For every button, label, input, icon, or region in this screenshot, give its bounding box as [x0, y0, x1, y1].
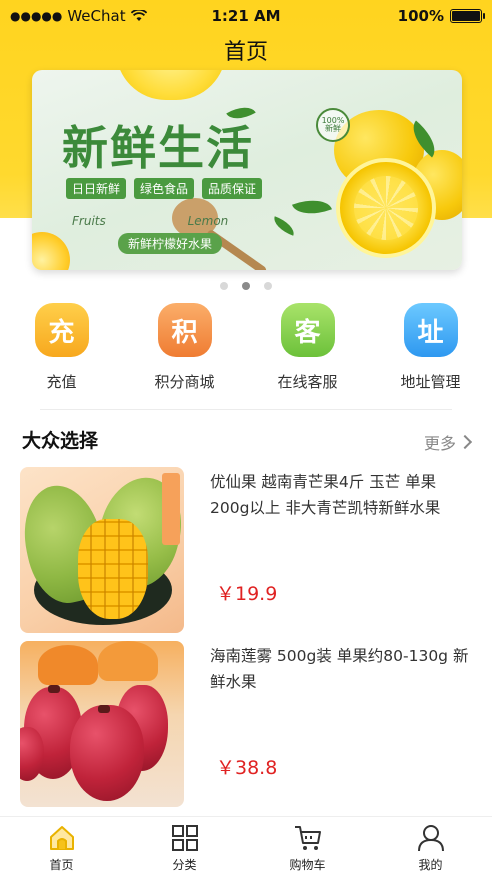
tab-label: 我的	[418, 858, 443, 872]
quick-menu: 充 充值 积 积分商城 客 在线客服 址 地址管理	[0, 303, 492, 392]
carrier-label: WeChat	[67, 7, 126, 25]
product-price: ￥19.9	[216, 583, 278, 605]
tab-cart[interactable]: 购物车	[246, 817, 369, 878]
address-icon: 址	[403, 303, 458, 357]
wax-apple-stem	[98, 705, 110, 713]
tab-label: 分类	[172, 858, 197, 872]
user-icon	[417, 825, 444, 852]
grid-icon	[171, 825, 198, 851]
tab-bar: 首页 分类 购物车 我的	[0, 816, 492, 878]
tab-home[interactable]: 首页	[0, 817, 123, 878]
product-image-mango[interactable]	[20, 467, 184, 633]
banner-fruits-line: Fruits Lemon	[72, 214, 228, 228]
banner-tags: 日日新鲜 绿色食品 品质保证	[66, 178, 263, 199]
lemon-slice-image	[116, 70, 226, 100]
signal-icon: ●●●●●	[10, 9, 63, 23]
recharge-icon: 充	[34, 303, 89, 357]
banner-tag: 绿色食品	[134, 178, 195, 199]
section-title: 大众选择	[22, 430, 99, 452]
banner-carousel[interactable]: 100%新鲜 新鲜生活 日日新鲜 绿色食品 品质保证 Fruits Lemon …	[32, 70, 462, 270]
product-card[interactable]: 海南莲雾 500g装 单果约80-130g 新鲜水果 ￥38.8	[20, 641, 472, 807]
tab-mine[interactable]: 我的	[369, 817, 492, 878]
chevron-right-icon	[457, 434, 473, 450]
product-name[interactable]: 优仙果 越南青芒果4斤 玉芒 单果200g以上 非大青芒凯特新鲜水果	[210, 469, 472, 521]
quick-item-label: 在线客服	[277, 373, 338, 391]
banner-pager	[0, 282, 492, 290]
points-icon: 积	[157, 303, 212, 357]
wax-apple-stem	[48, 685, 60, 693]
mango-cut-shape	[78, 519, 148, 619]
battery-percent: 100%	[397, 7, 444, 25]
banner-tag: 品质保证	[202, 178, 263, 199]
mango-tag-shape	[162, 473, 180, 545]
product-card[interactable]: 优仙果 越南青芒果4斤 玉芒 单果200g以上 非大青芒凯特新鲜水果 ￥19.9	[20, 467, 472, 633]
quick-item-points-mall[interactable]: 积 积分商城	[123, 303, 246, 392]
lemon-text: Lemon	[187, 214, 229, 228]
quick-item-label: 积分商城	[154, 373, 215, 391]
tab-label: 购物车	[289, 858, 326, 872]
orange-slice-shape	[98, 641, 158, 681]
freshness-badge: 100%新鲜	[316, 108, 350, 142]
more-label: 更多	[423, 434, 456, 453]
banner-subtitle: 新鲜柠檬好水果	[118, 233, 223, 254]
product-image-wax-apple[interactable]	[20, 641, 184, 807]
status-bar: ●●●●● WeChat 1:21 AM 100%	[0, 0, 492, 32]
leaf-image	[292, 192, 332, 222]
quick-item-recharge[interactable]: 充 充值	[0, 303, 123, 392]
divider	[40, 409, 452, 410]
orange-slice-shape	[38, 645, 98, 685]
quick-item-customer-service[interactable]: 客 在线客服	[246, 303, 369, 392]
more-link[interactable]: 更多	[423, 430, 473, 454]
leaf-image	[270, 216, 298, 236]
cart-icon	[294, 826, 321, 850]
lemon-half-image	[336, 158, 436, 258]
service-icon: 客	[280, 303, 335, 357]
wax-apple-shape	[70, 705, 144, 801]
product-price: ￥38.8	[216, 757, 278, 779]
pager-dot-active[interactable]	[242, 282, 250, 290]
home-icon	[49, 826, 74, 850]
tab-category[interactable]: 分类	[123, 817, 246, 878]
fruits-text: Fruits	[72, 214, 106, 228]
banner-title: 新鲜生活	[62, 121, 254, 175]
pager-dot[interactable]	[264, 282, 272, 290]
quick-item-label: 地址管理	[400, 373, 461, 391]
product-name[interactable]: 海南莲雾 500g装 单果约80-130g 新鲜水果	[210, 643, 472, 695]
battery-icon	[450, 9, 485, 23]
pager-dot[interactable]	[220, 282, 228, 290]
quick-item-address[interactable]: 址 地址管理	[369, 303, 492, 392]
wifi-icon	[130, 10, 147, 21]
status-left: ●●●●● WeChat	[10, 7, 147, 25]
quick-item-label: 充值	[46, 373, 77, 391]
banner-tag: 日日新鲜	[66, 178, 127, 199]
status-right: 100%	[397, 7, 485, 25]
tab-label: 首页	[49, 858, 74, 872]
page-title: 首页	[223, 40, 268, 65]
lemon-slice-image	[32, 232, 70, 270]
